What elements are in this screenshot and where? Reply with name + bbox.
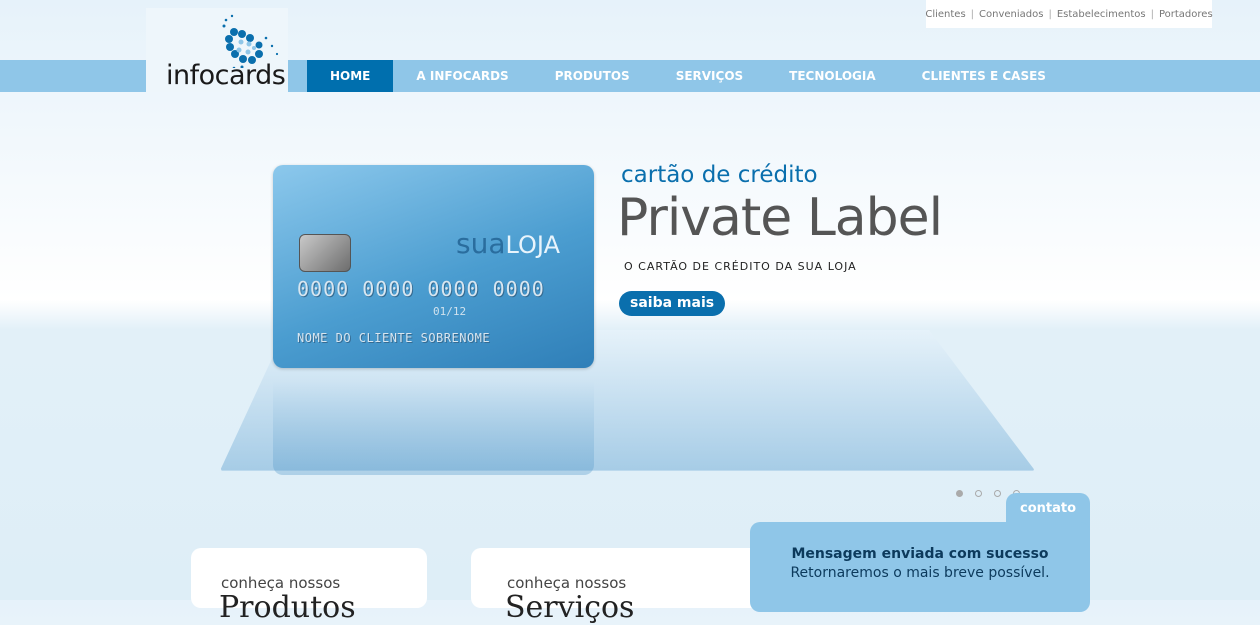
slide-title: Private Label	[617, 188, 943, 248]
servicos-box[interactable]: conheça nossos Serviços	[471, 548, 761, 625]
credit-card-image: suaLOJA 0000 0000 0000 0000 01/12 NOME D…	[273, 165, 594, 368]
nav-a-infocards[interactable]: A INFOCARDS	[393, 60, 531, 92]
contact-panel: Mensagem enviada com sucesso Retornaremo…	[750, 522, 1090, 612]
separator: |	[1048, 8, 1052, 20]
box-title: Produtos	[219, 590, 356, 625]
logo[interactable]: infocards	[146, 8, 288, 92]
link-conveniados[interactable]: Conveniados	[979, 9, 1043, 20]
card-number: 0000 0000 0000 0000	[297, 277, 545, 301]
contact-success-message: Mensagem enviada com sucesso	[791, 546, 1049, 562]
main-nav: HOME A INFOCARDS PRODUTOS SERVIÇOS TECNO…	[307, 60, 1069, 92]
separator: |	[970, 8, 975, 20]
contact-detail: Retornaremos o mais breve possível.	[790, 565, 1050, 581]
link-portadores[interactable]: Portadores	[1159, 9, 1213, 20]
box-title: Serviços	[505, 590, 635, 625]
pager-dot[interactable]	[994, 490, 1001, 497]
card-holder-name: NOME DO CLIENTE SOBRENOME	[297, 331, 491, 345]
nav-servicos[interactable]: SERVIÇOS	[653, 60, 766, 92]
card-brand: suaLOJA	[456, 227, 560, 260]
nav-home[interactable]: HOME	[307, 60, 394, 92]
card-expiry: 01/12	[433, 305, 467, 318]
saiba-mais-button[interactable]: saiba mais	[619, 291, 726, 316]
card-reflection	[273, 380, 594, 475]
logo-dots-icon	[222, 14, 279, 68]
produtos-box[interactable]: conheça nossos Produtos	[191, 548, 427, 625]
pager-dot[interactable]	[975, 490, 982, 497]
nav-produtos[interactable]: PRODUTOS	[532, 60, 653, 92]
link-estabelecimentos[interactable]: Estabelecimentos	[1057, 9, 1146, 20]
top-links: Clientes | Conveniados | Estabelecimentos |…	[925, 0, 1213, 28]
separator: |	[1150, 8, 1154, 20]
logo-text: infocards	[166, 60, 286, 91]
link-clientes[interactable]: Clientes	[925, 9, 965, 20]
nav-tecnologia[interactable]: TECNOLOGIA	[766, 60, 898, 92]
slide-subtitle: cartão de crédito	[621, 162, 818, 188]
chip-icon	[299, 234, 351, 272]
slide-tagline: O CARTÃO DE CRÉDITO DA SUA LOJA	[624, 260, 857, 273]
pager-dot[interactable]	[956, 490, 963, 497]
nav-clientes-e-cases[interactable]: CLIENTES E CASES	[899, 60, 1069, 92]
